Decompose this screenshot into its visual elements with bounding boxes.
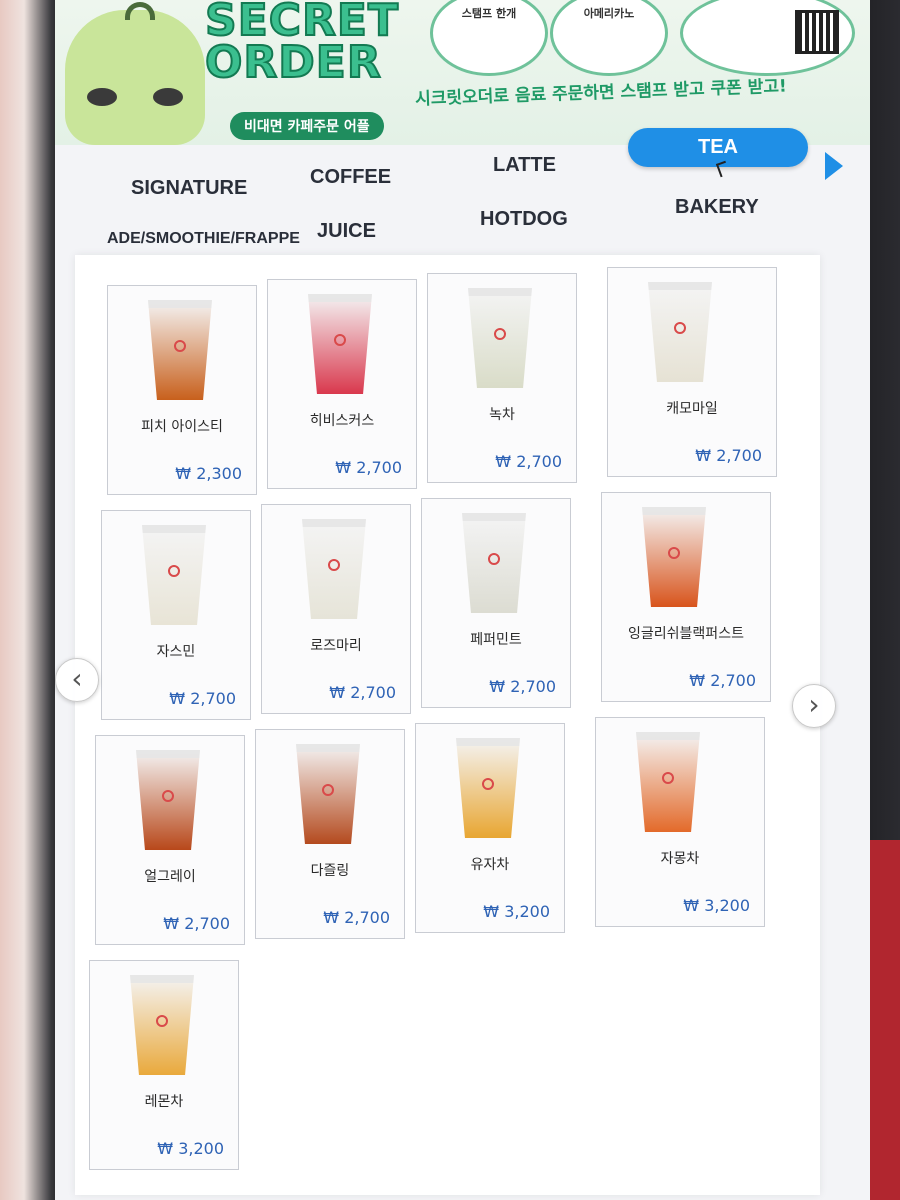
menu-item-name: 잉글리쉬블랙퍼스트 [628,626,744,642]
menu-item-card[interactable]: 녹차 ₩ 2,700 [427,273,577,483]
drink-image [296,744,360,844]
next-tabs-icon[interactable] [825,152,843,180]
menu-item-name: 녹차 [489,407,515,423]
tab-juice[interactable]: JUICE [317,220,376,243]
menu-item-name: 다즐링 [310,863,350,879]
banner-title-line1: SECRET [204,0,399,46]
menu-item-card[interactable]: 페퍼민트 ₩ 2,700 [421,498,571,708]
banner-title-line2: ORDER [204,37,382,88]
menu-item-price: ₩ 2,700 [335,458,402,477]
menu-item-price: ₩ 2,700 [163,914,230,933]
drink-image [456,738,520,838]
drink-image [462,513,526,613]
menu-item-card[interactable]: 얼그레이 ₩ 2,700 [95,735,245,945]
menu-item-card[interactable]: 레몬차 ₩ 3,200 [89,960,239,1170]
tab-signature[interactable]: SIGNATURE [131,177,247,200]
menu-item-card[interactable]: 피치 아이스티 ₩ 2,300 [107,285,257,495]
americano-bubble: 아메리카노 [550,0,668,76]
stamp-bubble: 스탬프 한개 [430,0,548,76]
prev-page-button[interactable]: ‹ [55,658,99,702]
menu-item-card[interactable]: 히비스커스 ₩ 2,700 [267,279,417,489]
menu-item-card[interactable]: 자스민 ₩ 2,700 [101,510,251,720]
chevron-right-icon: › [808,688,820,721]
menu-item-name: 레몬차 [144,1094,184,1110]
bubble2-text: 아메리카노 [583,7,635,20]
drink-image [136,750,200,850]
menu-item-card[interactable]: 유자차 ₩ 3,200 [415,723,565,933]
tab-hotdog[interactable]: HOTDOG [480,208,568,231]
left-bezel [0,0,60,1200]
menu-item-name: 피치 아이스티 [141,419,223,435]
menu-item-card[interactable]: 다즐링 ₩ 2,700 [255,729,405,939]
menu-item-price: ₩ 3,200 [483,902,550,921]
menu-item-price: ₩ 2,700 [329,683,396,702]
menu-item-price: ₩ 2,300 [175,464,242,483]
tab-bakery[interactable]: BAKERY [675,196,759,219]
drink-image [302,519,366,619]
tab-tea[interactable]: TEA [628,128,808,167]
menu-item-price: ₩ 3,200 [683,896,750,915]
menu-item-card[interactable]: 자몽차 ₩ 3,200 [595,717,765,927]
menu-item-price: ₩ 2,700 [689,671,756,690]
menu-item-name: 자스민 [156,644,196,660]
qr-code-icon [795,10,839,54]
kiosk-screen: SECRET ORDER 비대면 카페주문 어플 스탬프 한개 아메리카노 시크… [55,0,870,1200]
drink-image [130,975,194,1075]
menu-item-card[interactable]: 로즈마리 ₩ 2,700 [261,504,411,714]
tab-ade-smoothie-frappe[interactable]: ADE/SMOOTHIE/FRAPPE [107,230,300,248]
menu-item-card[interactable]: 잉글리쉬블랙퍼스트 ₩ 2,700 [601,492,771,702]
menu-item-name: 로즈마리 [310,638,362,654]
menu-item-card[interactable]: 캐모마일 ₩ 2,700 [607,267,777,477]
tab-latte[interactable]: LATTE [493,154,556,177]
drink-image [142,525,206,625]
tab-coffee[interactable]: COFFEE [310,166,391,189]
menu-item-price: ₩ 2,700 [489,677,556,696]
drink-image [468,288,532,388]
banner-title: SECRET ORDER [204,0,399,88]
drink-image [148,300,212,400]
menu-item-name: 페퍼민트 [470,632,522,648]
next-page-button[interactable]: › [792,684,836,728]
menu-item-price: ₩ 3,200 [157,1139,224,1158]
menu-item-name: 얼그레이 [144,869,196,885]
banner-promo-text: 시크릿오더로 음료 주문하면 스탬프 받고 쿠폰 받고! [414,76,788,110]
menu-grid: 피치 아이스티 ₩ 2,300 히비스커스 ₩ 2,700 녹차 ₩ 2,700 캐모마일 ₩… [75,255,820,1195]
drink-image [636,732,700,832]
menu-item-price: ₩ 2,700 [495,452,562,471]
menu-item-name: 히비스커스 [309,413,375,429]
menu-item-name: 자몽차 [660,851,700,867]
menu-item-name: 유자차 [470,857,510,873]
menu-item-name: 캐모마일 [666,401,718,417]
drink-image [308,294,372,394]
bubble1-text: 스탬프 한개 [461,7,517,20]
menu-item-price: ₩ 2,700 [695,446,762,465]
menu-item-price: ₩ 2,700 [323,908,390,927]
drink-image [648,282,712,382]
chevron-left-icon: ‹ [71,662,83,695]
menu-item-price: ₩ 2,700 [169,689,236,708]
drink-image [642,507,706,607]
